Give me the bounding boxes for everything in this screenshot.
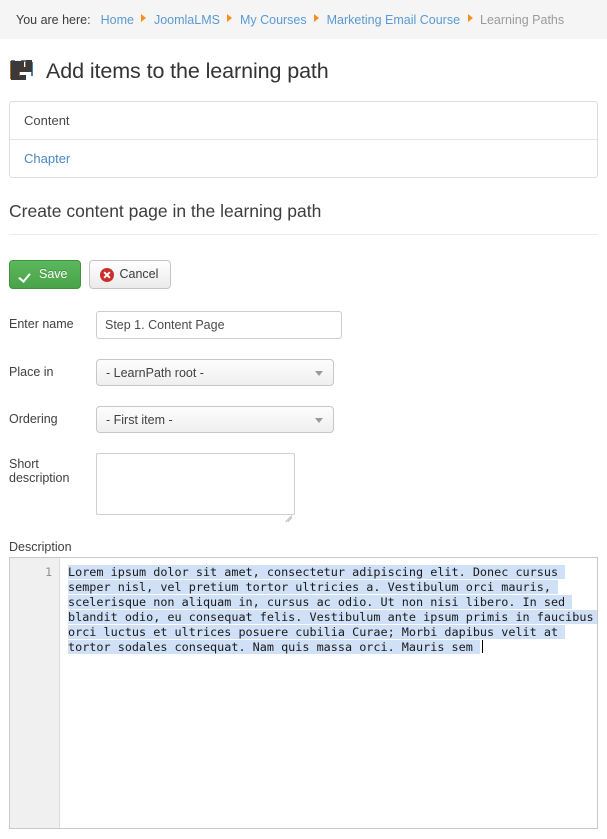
breadcrumb-item-marketing-email-course[interactable]: Marketing Email Course <box>327 13 460 27</box>
breadcrumb-separator-icon <box>465 13 475 24</box>
section-heading: Create content page in the learning path <box>9 201 598 235</box>
short-description-label: Short description <box>9 457 70 485</box>
page-header: Add items to the learning path <box>0 39 607 90</box>
place-in-label: Place in <box>9 365 54 379</box>
description-code-editor[interactable]: 1 Lorem ipsum dolor sit amet, consectetu… <box>9 557 598 829</box>
editor-text-area[interactable]: Lorem ipsum dolor sit amet, consectetur … <box>60 558 597 828</box>
breadcrumb-item-learning-paths: Learning Paths <box>480 12 565 27</box>
panel-row-content[interactable]: Content <box>10 102 597 140</box>
panel-row-chapter[interactable]: Chapter <box>10 140 597 177</box>
name-field-label: Enter name <box>9 317 74 331</box>
breadcrumb-separator-icon <box>139 13 149 24</box>
chevron-down-icon <box>315 417 323 423</box>
ordering-label: Ordering <box>9 412 58 426</box>
action-toolbar: Save Cancel <box>0 235 607 289</box>
editor-gutter: 1 <box>10 558 60 828</box>
ordering-value: - First item - <box>106 412 173 427</box>
breadcrumb-separator-icon <box>225 13 235 24</box>
cancel-button[interactable]: Cancel <box>88 260 172 289</box>
breadcrumb-prefix: You are here: <box>16 12 91 27</box>
ordering-select[interactable]: - First item - <box>96 406 334 433</box>
breadcrumb-item-joomlalms[interactable]: JoomlaLMS <box>154 13 220 27</box>
breadcrumb-item-home[interactable]: Home <box>101 13 134 27</box>
editor-selected-text: Lorem ipsum dolor sit amet, consectetur … <box>68 565 597 654</box>
short-description-textarea[interactable] <box>96 453 295 515</box>
breadcrumb: You are here: Home JoomlaLMS My Courses … <box>0 0 607 39</box>
save-button[interactable]: Save <box>9 260 81 289</box>
breadcrumb-item-my-courses[interactable]: My Courses <box>240 13 307 27</box>
form-row-ordering: Ordering - First item - <box>9 406 607 433</box>
form-row-place-in: Place in - LearnPath root - <box>9 359 607 386</box>
place-in-select[interactable]: - LearnPath root - <box>96 359 334 386</box>
learning-path-blocks-icon <box>9 56 39 86</box>
form-row-name: Enter name <box>9 311 607 339</box>
close-circle-icon <box>99 267 114 282</box>
check-icon <box>20 269 33 280</box>
chevron-down-icon <box>315 370 323 376</box>
text-cursor <box>481 640 483 653</box>
item-type-panel: Content Chapter <box>9 101 598 178</box>
name-input[interactable] <box>96 311 342 339</box>
description-label: Description <box>9 540 72 554</box>
save-button-label: Save <box>39 267 68 281</box>
form-row-short-description: Short description <box>9 453 607 523</box>
place-in-value: - LearnPath root - <box>106 365 204 380</box>
line-number: 1 <box>45 565 52 579</box>
insert-bar: Module Article Image <box>0 829 607 839</box>
breadcrumb-separator-icon <box>312 13 322 24</box>
cancel-button-label: Cancel <box>119 267 159 281</box>
content-page-form: Enter name Place in - LearnPath root - O… <box>0 289 607 523</box>
page-title: Add items to the learning path <box>46 58 329 83</box>
